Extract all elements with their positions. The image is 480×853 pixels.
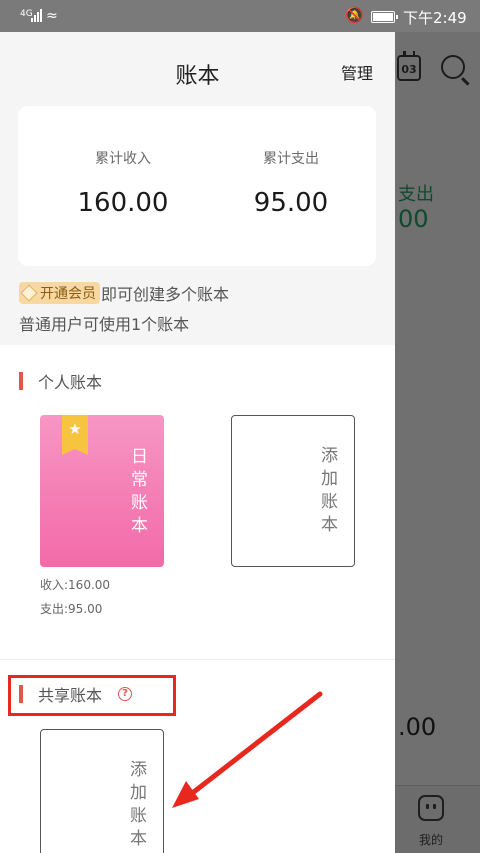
summary-card: 累计收入 160.00 累计支出 95.00 xyxy=(18,106,376,266)
background-expense-label: 支出 xyxy=(398,184,434,205)
ledger-name: 日常账本 xyxy=(127,447,147,539)
expense-value: 95.00 xyxy=(253,188,329,218)
vip-badge-label: 开通会员 xyxy=(40,286,96,302)
ledger-income: 收入:160.00 xyxy=(40,578,111,592)
vip-badge[interactable]: 开通会员 xyxy=(19,282,100,304)
add-ledger-label: 添加账本 xyxy=(126,760,146,852)
expense-label: 累计支出 xyxy=(263,151,319,167)
background-expense-value: 00 xyxy=(398,205,429,233)
add-ledger-label: 添加账本 xyxy=(317,446,337,538)
background-bottom-value: .00 xyxy=(398,713,437,741)
plain-user-note: 普通用户可使用1个账本 xyxy=(19,315,190,334)
tab-mine[interactable]: 我的 xyxy=(419,831,443,848)
ledger-drawer: 账本 管理 累计收入 160.00 累计支出 95.00 开通会员 即可创建多个… xyxy=(0,32,395,853)
add-personal-ledger-button[interactable]: 添加账本 xyxy=(231,415,355,567)
vip-promo: 开通会员 即可创建多个账本 xyxy=(19,281,229,305)
income-label: 累计收入 xyxy=(95,151,151,167)
daily-ledger-card[interactable]: ★ 日常账本 xyxy=(40,415,164,567)
vip-promo-text: 即可创建多个账本 xyxy=(101,285,230,304)
manage-button[interactable]: 管理 xyxy=(341,60,373,84)
mine-tab-icon[interactable] xyxy=(418,795,444,821)
mute-icon: 🔕 xyxy=(345,6,364,24)
status-time: 下午2:49 xyxy=(403,9,467,27)
income-value: 160.00 xyxy=(77,188,169,218)
income-summary: 累计收入 160.00 xyxy=(33,148,213,218)
highlight-box xyxy=(8,675,176,716)
diamond-icon xyxy=(21,286,37,300)
add-shared-ledger-button[interactable]: 添加账本 xyxy=(40,729,164,853)
signal-icon xyxy=(31,9,43,22)
page-title: 账本 xyxy=(175,64,220,89)
ledger-expense: 支出:95.00 xyxy=(40,602,103,616)
expense-summary: 累计支出 95.00 xyxy=(201,148,381,218)
star-ribbon-icon: ★ xyxy=(62,415,88,455)
star-icon: ★ xyxy=(68,420,82,438)
section-divider xyxy=(0,659,395,660)
wifi-icon: ≈ xyxy=(46,8,58,24)
calendar-day: 03 xyxy=(401,63,417,76)
personal-section-title: 个人账本 xyxy=(38,373,103,392)
search-icon[interactable] xyxy=(441,55,465,79)
battery-icon xyxy=(371,11,398,23)
calendar-icon[interactable]: 03 xyxy=(397,51,421,81)
status-bar: 4G ≈ 🔕 下午2:49 xyxy=(0,0,480,32)
section-marker xyxy=(19,372,23,390)
personal-section-header: 个人账本 xyxy=(19,371,103,392)
